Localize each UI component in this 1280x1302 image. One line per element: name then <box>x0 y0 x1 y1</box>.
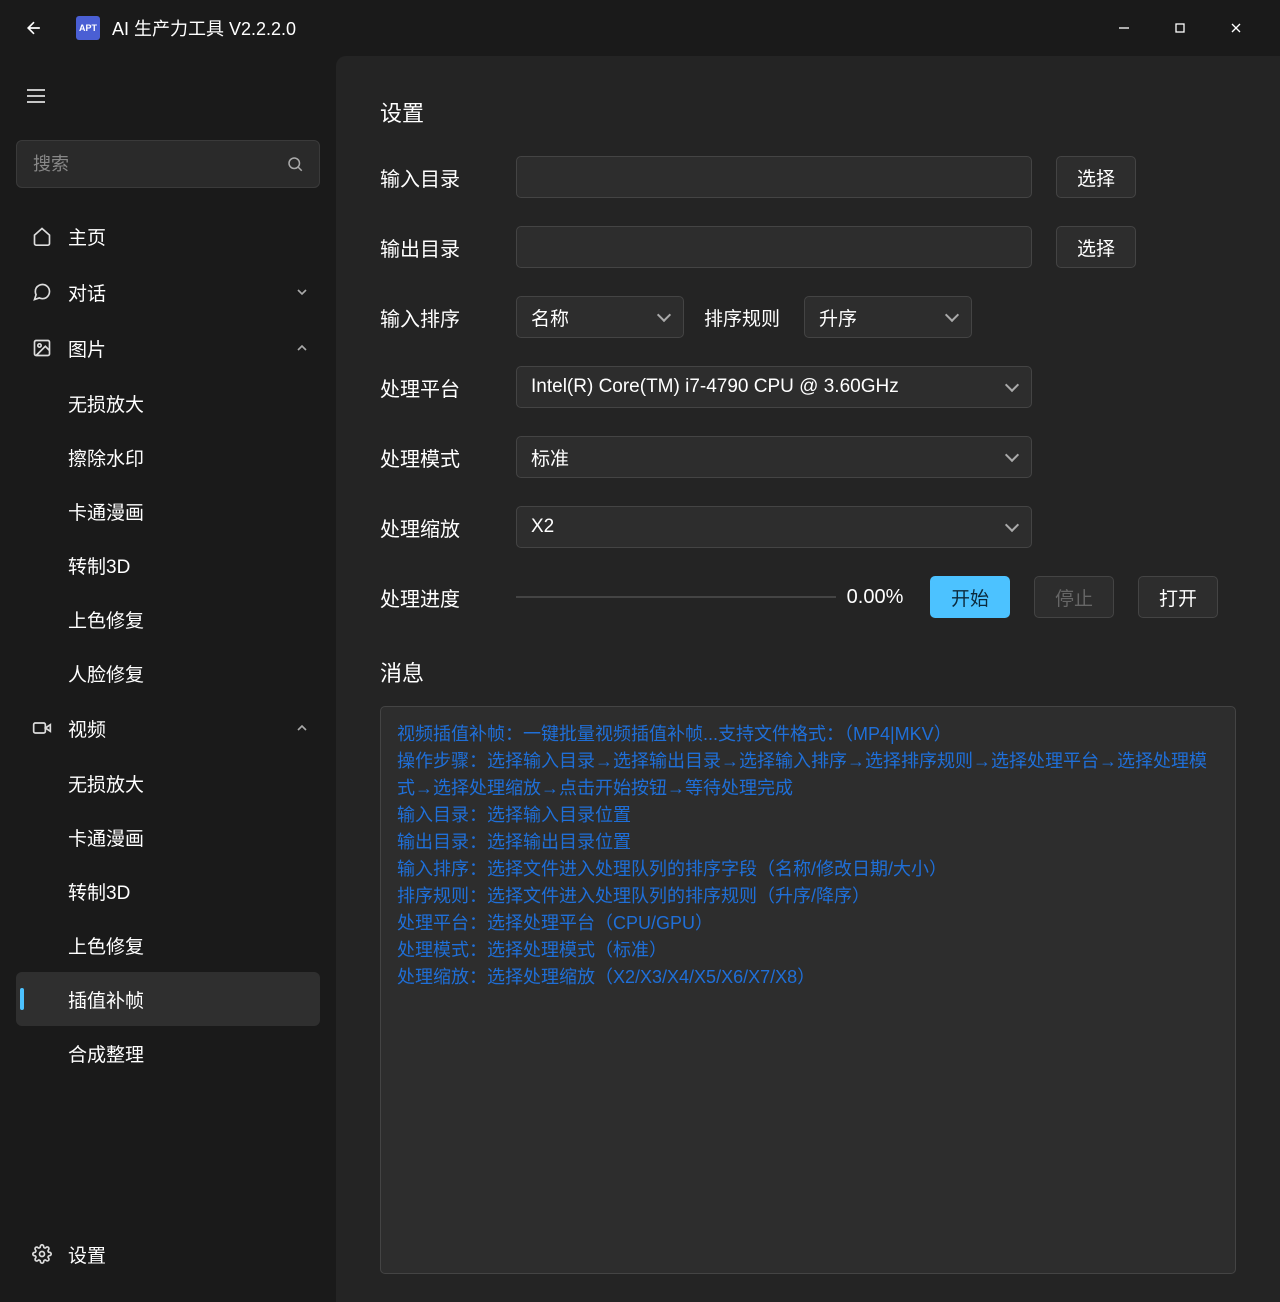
sub-label: 插值补帧 <box>68 986 144 1013</box>
sub-image-colorize[interactable]: 上色修复 <box>16 592 320 646</box>
mode-select[interactable]: 标准 <box>516 436 1032 478</box>
open-button[interactable]: 打开 <box>1138 576 1218 618</box>
sub-video-compose[interactable]: 合成整理 <box>16 1026 320 1080</box>
nav-label: 主页 <box>68 223 308 250</box>
nav-label: 对话 <box>68 279 296 306</box>
sub-video-upscale[interactable]: 无损放大 <box>16 756 320 810</box>
platform-label: 处理平台 <box>380 373 516 402</box>
sub-label: 无损放大 <box>68 390 144 417</box>
input-dir-field[interactable] <box>516 156 1032 198</box>
nav-home[interactable]: 主页 <box>16 208 320 264</box>
settings-title: 设置 <box>380 96 1236 128</box>
sub-video-cartoon[interactable]: 卡通漫画 <box>16 810 320 864</box>
message-title: 消息 <box>380 656 1236 688</box>
home-icon <box>28 226 56 246</box>
chevron-up-icon <box>296 342 308 354</box>
nav-settings[interactable]: 设置 <box>16 1226 320 1282</box>
titlebar: APT AI 生产力工具 V2.2.2.0 <box>0 0 1280 56</box>
sub-label: 上色修复 <box>68 932 144 959</box>
mode-label: 处理模式 <box>380 443 516 472</box>
sub-image-upscale[interactable]: 无损放大 <box>16 376 320 430</box>
nav-video[interactable]: 视频 <box>16 700 320 756</box>
progress-label: 处理进度 <box>380 583 516 612</box>
output-dir-select-button[interactable]: 选择 <box>1056 226 1136 268</box>
progress-text: 0.00% <box>836 586 914 609</box>
video-icon <box>28 718 56 738</box>
window-title: AI 生产力工具 V2.2.2.0 <box>112 15 296 41</box>
scale-select[interactable]: X2 <box>516 506 1032 548</box>
hamburger-icon <box>27 89 45 103</box>
output-dir-label: 输出目录 <box>380 233 516 262</box>
image-icon <box>28 338 56 358</box>
chat-icon <box>28 282 56 302</box>
platform-select[interactable]: Intel(R) Core(TM) i7-4790 CPU @ 3.60GHz <box>516 366 1032 408</box>
sub-label: 上色修复 <box>68 606 144 633</box>
app-icon: APT <box>76 16 100 40</box>
close-button[interactable] <box>1208 8 1264 48</box>
sidebar: 主页 对话 图片 无损放大 擦除水印 <box>0 56 336 1302</box>
nav-image[interactable]: 图片 <box>16 320 320 376</box>
sub-label: 转制3D <box>68 552 130 579</box>
close-icon <box>1229 21 1243 35</box>
hamburger-button[interactable] <box>16 76 56 116</box>
chevron-up-icon <box>296 722 308 734</box>
nav-chat[interactable]: 对话 <box>16 264 320 320</box>
sub-label: 卡通漫画 <box>68 498 144 525</box>
sort-rule-label: 排序规则 <box>704 304 780 331</box>
content-pane: 设置 输入目录 选择 输出目录 选择 输入排序 名称 排序规则 升序 处理平台 … <box>336 56 1280 1302</box>
stop-button[interactable]: 停止 <box>1034 576 1114 618</box>
sub-label: 人脸修复 <box>68 660 144 687</box>
sub-label: 转制3D <box>68 878 130 905</box>
minimize-icon <box>1117 21 1131 35</box>
back-button[interactable] <box>16 10 52 46</box>
nav-label: 设置 <box>68 1241 308 1268</box>
input-sort-select[interactable]: 名称 <box>516 296 684 338</box>
input-dir-label: 输入目录 <box>380 163 516 192</box>
sort-rule-select[interactable]: 升序 <box>804 296 972 338</box>
output-dir-field[interactable] <box>516 226 1032 268</box>
nav-label: 视频 <box>68 715 296 742</box>
sub-image-cartoon[interactable]: 卡通漫画 <box>16 484 320 538</box>
search-input[interactable] <box>16 140 320 188</box>
sub-label: 卡通漫画 <box>68 824 144 851</box>
sub-label: 无损放大 <box>68 770 144 797</box>
chevron-down-icon <box>296 286 308 298</box>
sub-video-interpolate[interactable]: 插值补帧 <box>16 972 320 1026</box>
minimize-button[interactable] <box>1096 8 1152 48</box>
maximize-button[interactable] <box>1152 8 1208 48</box>
start-button[interactable]: 开始 <box>930 576 1010 618</box>
maximize-icon <box>1173 21 1187 35</box>
input-sort-label: 输入排序 <box>380 303 516 332</box>
sub-image-face[interactable]: 人脸修复 <box>16 646 320 700</box>
sub-label: 合成整理 <box>68 1040 144 1067</box>
sub-video-colorize[interactable]: 上色修复 <box>16 918 320 972</box>
gear-icon <box>28 1244 56 1264</box>
input-dir-select-button[interactable]: 选择 <box>1056 156 1136 198</box>
sub-video-3d[interactable]: 转制3D <box>16 864 320 918</box>
sub-image-watermark[interactable]: 擦除水印 <box>16 430 320 484</box>
message-box: 视频插值补帧：一键批量视频插值补帧...支持文件格式：（MP4|MKV） 操作步… <box>380 706 1236 1274</box>
progress-bar <box>516 596 836 598</box>
sub-image-3d[interactable]: 转制3D <box>16 538 320 592</box>
nav-label: 图片 <box>68 335 296 362</box>
scale-label: 处理缩放 <box>380 513 516 542</box>
back-icon <box>24 18 44 38</box>
sub-label: 擦除水印 <box>68 444 144 471</box>
